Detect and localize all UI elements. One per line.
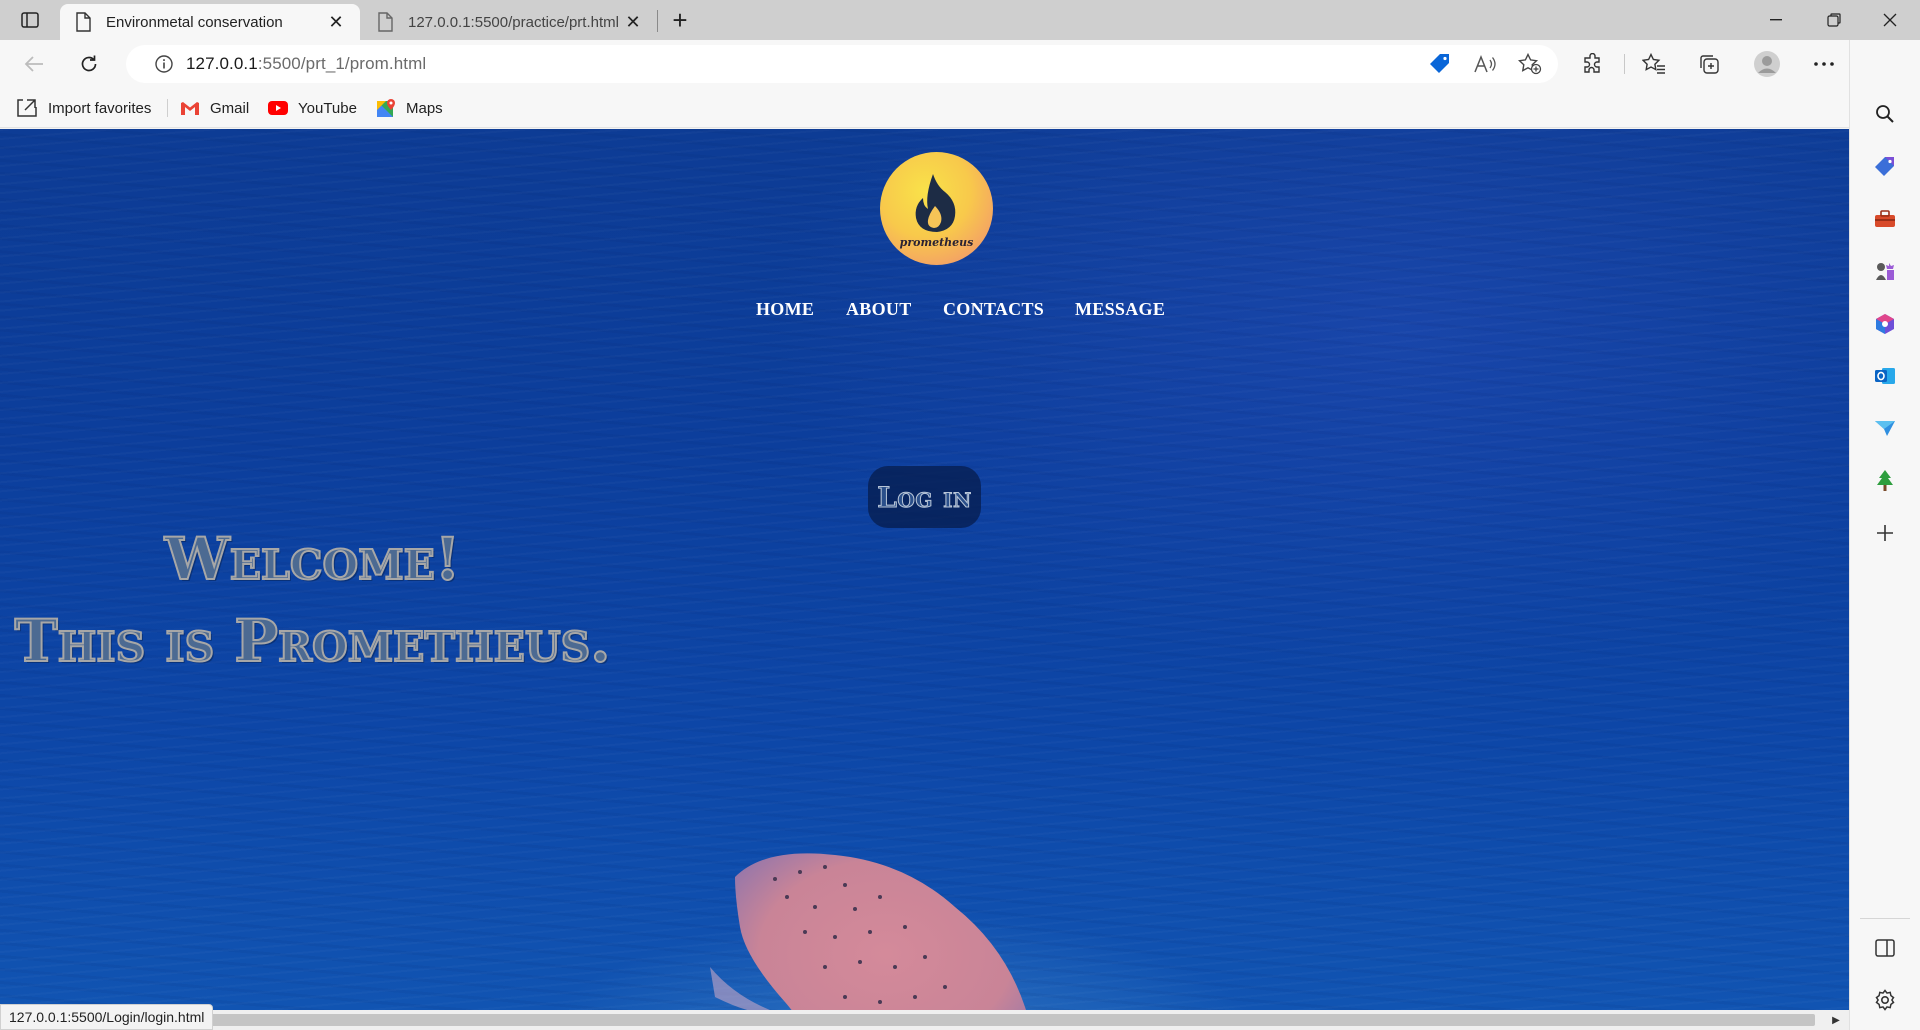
close-window-button[interactable] <box>1862 0 1918 40</box>
minimize-button[interactable] <box>1748 0 1804 40</box>
nav-home-link[interactable]: HOME <box>756 299 814 325</box>
nav-contacts-link[interactable]: CONTACTS <box>943 299 1044 325</box>
profile-button[interactable] <box>1749 46 1785 82</box>
sidebar-shopping-button[interactable] <box>1867 149 1903 185</box>
settings-icon <box>1875 989 1895 1011</box>
url-text[interactable]: 127.0.0.1:5500/prt_1/prom.html <box>186 54 426 74</box>
sidebar-search-button[interactable] <box>1867 96 1903 132</box>
favorite-gmail[interactable]: Gmail <box>180 88 249 128</box>
tab-actions-button[interactable] <box>12 6 48 34</box>
favorites-divider <box>167 99 168 117</box>
gmail-icon <box>180 101 200 116</box>
site-info-icon[interactable] <box>142 54 186 74</box>
read-aloud-icon[interactable] <box>1469 48 1501 80</box>
browser-toolbar: 127.0.0.1:5500/prt_1/prom.html <box>0 40 1920 88</box>
back-arrow-icon <box>24 56 43 72</box>
sidebar-outlook-button[interactable] <box>1867 358 1903 394</box>
toolbar-divider <box>1624 54 1625 74</box>
sidebar-tree-button[interactable] <box>1867 463 1903 499</box>
tab-actions-icon <box>21 12 39 28</box>
horizontal-scrollbar[interactable]: ▶ <box>0 1010 1849 1030</box>
sidebar-office-button[interactable] <box>1867 306 1903 342</box>
new-tab-button[interactable]: + <box>664 5 696 35</box>
add-icon <box>1877 525 1893 541</box>
sidebar-tools-button[interactable] <box>1867 201 1903 237</box>
close-tab-icon[interactable]: ✕ <box>623 12 643 32</box>
sidebar-divider <box>1860 918 1910 919</box>
welcome-heading: Welcome! <box>164 524 462 594</box>
edge-sidebar <box>1849 40 1920 1030</box>
favorites-bar: Import favorites Gmail YouTube Maps <box>0 88 1920 128</box>
status-bar-url: 127.0.0.1:5500/Login/login.html <box>0 1004 214 1030</box>
sidebar-add-button[interactable] <box>1867 515 1903 551</box>
favorite-youtube[interactable]: YouTube <box>268 88 357 128</box>
more-dots-icon <box>1814 62 1834 66</box>
favorite-maps[interactable]: Maps <box>376 88 443 128</box>
tag-icon <box>1875 157 1894 176</box>
outlook-icon <box>1875 368 1895 384</box>
tab-environmental-conservation[interactable]: Environmetal conservation ✕ <box>60 4 360 40</box>
tree-icon <box>1877 470 1893 491</box>
tab-practice-prt[interactable]: 127.0.0.1:5500/practice/prt.html ✕ <box>362 4 657 40</box>
favorite-label: Gmail <box>210 99 250 117</box>
games-icon <box>1876 263 1894 280</box>
sidebar-games-button[interactable] <box>1867 253 1903 289</box>
login-button[interactable]: Log in <box>868 466 981 528</box>
import-icon <box>16 98 38 118</box>
extensions-icon <box>1584 53 1600 73</box>
sidebar-panel-toggle-button[interactable] <box>1867 930 1903 966</box>
favorite-import-favorites[interactable]: Import favorites <box>16 88 151 128</box>
sidebar-send-button[interactable] <box>1867 410 1903 446</box>
flame-icon <box>915 174 956 232</box>
send-icon <box>1875 421 1895 436</box>
prometheus-logo[interactable]: prometheus <box>880 152 993 265</box>
collections-icon <box>1700 55 1719 74</box>
toolbox-icon <box>1875 210 1895 227</box>
sidebar-settings-button[interactable] <box>1867 982 1903 1018</box>
search-icon <box>1876 105 1894 123</box>
maps-icon <box>376 98 396 118</box>
scroll-right-icon[interactable]: ▶ <box>1830 1014 1842 1026</box>
title-bar: Environmetal conservation ✕ 127.0.0.1:55… <box>0 0 1920 40</box>
office-icon <box>1876 314 1894 334</box>
restore-icon <box>1827 13 1841 27</box>
add-favorite-icon[interactable] <box>1514 48 1546 80</box>
page-content: prometheus HOME ABOUT CONTACTS MESSAGE L… <box>0 129 1849 1010</box>
minimize-icon <box>1770 19 1782 21</box>
page-icon <box>76 12 91 32</box>
refresh-icon <box>81 55 97 72</box>
avatar-icon <box>1754 51 1780 77</box>
restore-button[interactable] <box>1806 0 1862 40</box>
favorites-icon <box>1642 53 1665 74</box>
scrollbar-thumb[interactable] <box>2 1014 1815 1026</box>
close-icon <box>1883 13 1897 27</box>
favorites-button[interactable] <box>1636 46 1672 82</box>
nav-message-link[interactable]: MESSAGE <box>1075 299 1165 325</box>
sandbar-image <box>710 853 1026 1010</box>
url-path: :5500/prt_1/prom.html <box>257 54 427 73</box>
tab-divider <box>657 10 658 32</box>
close-tab-icon[interactable]: ✕ <box>326 12 346 32</box>
logo-text: prometheus <box>899 236 974 249</box>
favorite-label: Maps <box>406 99 443 117</box>
url-host: 127.0.0.1 <box>186 54 258 73</box>
tab-title: 127.0.0.1:5500/practice/prt.html <box>408 13 619 31</box>
favorite-label: Import favorites <box>48 99 152 117</box>
extensions-button[interactable] <box>1575 46 1611 82</box>
youtube-icon <box>268 101 288 115</box>
favorite-label: YouTube <box>298 99 357 117</box>
tab-title: Environmetal conservation <box>106 13 283 31</box>
welcome-subheading: This is Prometheus. <box>14 606 612 676</box>
address-bar[interactable]: 127.0.0.1:5500/prt_1/prom.html <box>126 45 1558 83</box>
nav-about-link[interactable]: ABOUT <box>846 299 912 325</box>
settings-and-more-button[interactable] <box>1806 46 1842 82</box>
collections-button[interactable] <box>1691 46 1727 82</box>
shopping-tag-icon[interactable] <box>1424 48 1456 80</box>
page-icon <box>378 12 393 32</box>
back-button[interactable] <box>16 46 52 82</box>
refresh-button[interactable] <box>71 46 107 82</box>
panel-icon <box>1875 939 1895 957</box>
